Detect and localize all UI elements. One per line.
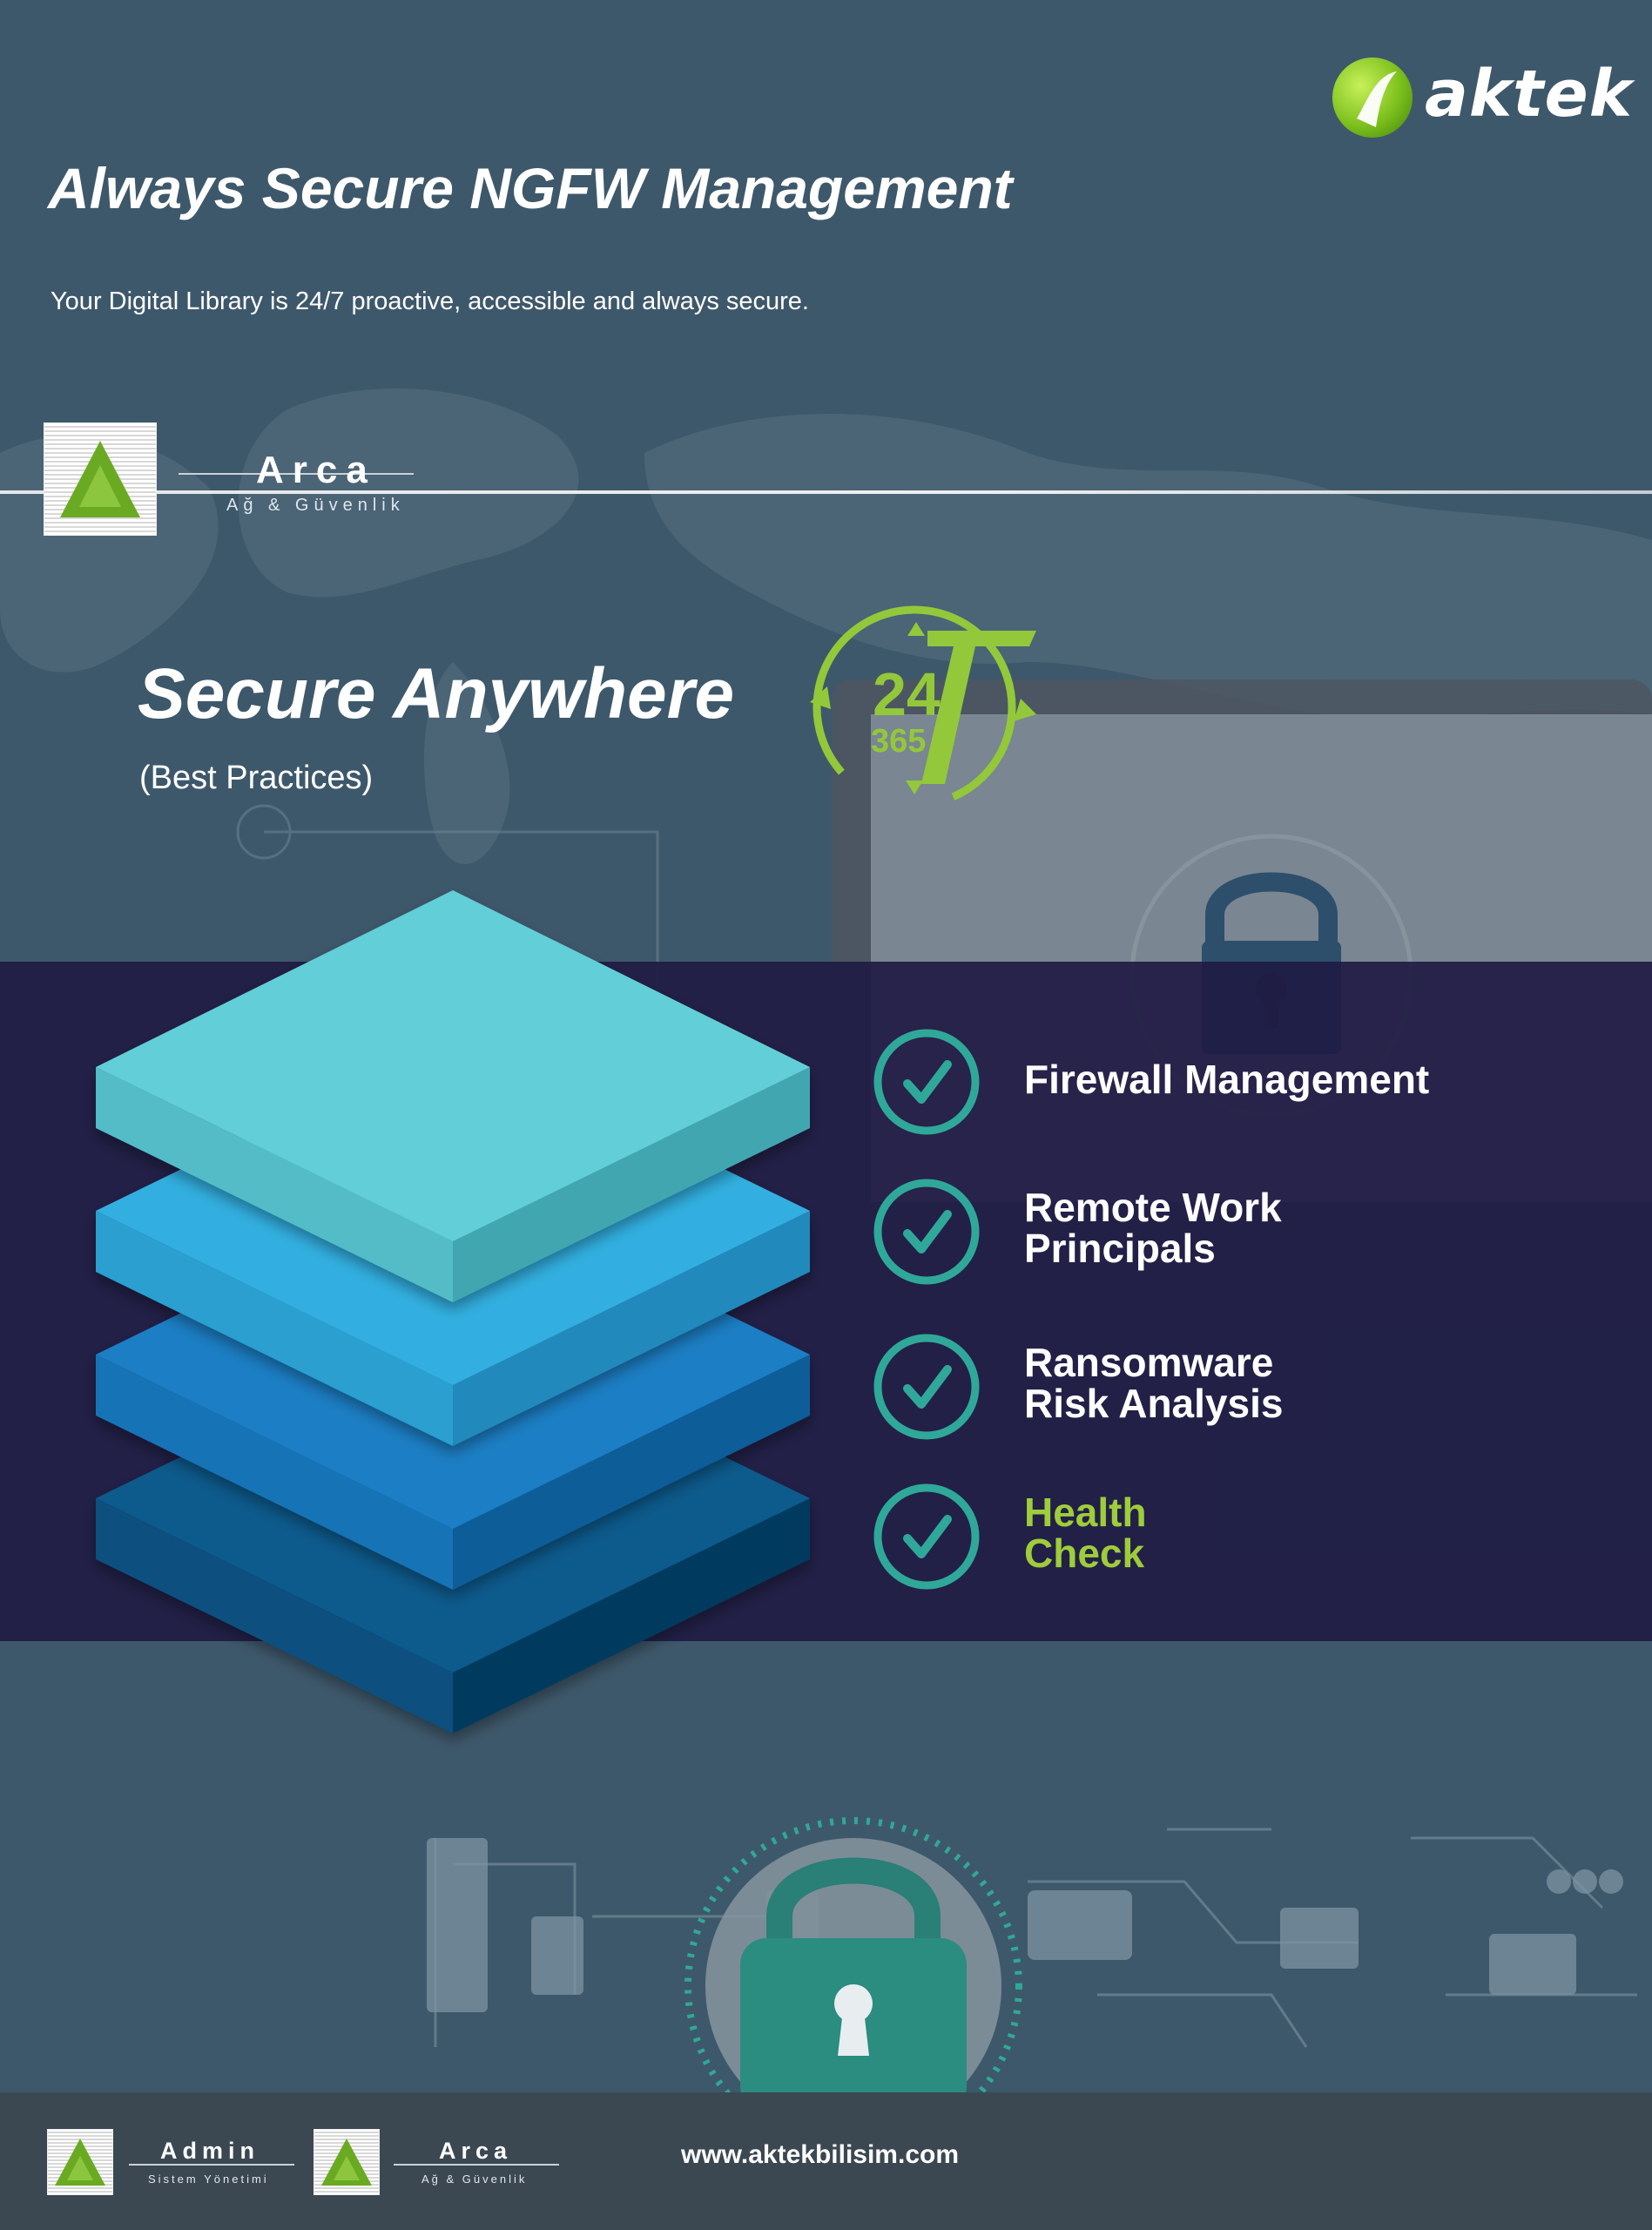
feature-item: [873, 1483, 981, 1595]
arca-logo-name: Arca: [256, 449, 376, 491]
feature-label-line2: Principals: [1024, 1226, 1216, 1271]
brand-name: aktek: [1425, 57, 1633, 132]
admin-logo-mark: [47, 2129, 113, 2195]
feature-label-line1: Firewall Management: [1024, 1057, 1430, 1102]
stacked-layers-illustration: [96, 890, 810, 1733]
arca-footer-logo-tagline: Ağ & Güvenlik: [421, 2173, 528, 2186]
arca-footer-logo-name: Arca: [439, 2138, 513, 2164]
badge-24-7-365: 24 365 7: [801, 592, 1045, 819]
feature-label-line1: Remote Work: [1024, 1185, 1282, 1230]
website-link[interactable]: www.aktekbilisim.com: [681, 2140, 959, 2170]
triangle-icon: [55, 2139, 105, 2186]
admin-logo-name: Admin: [160, 2138, 260, 2164]
feature-item: [873, 1333, 981, 1445]
feature-item: [873, 1028, 981, 1140]
badge-365: 365: [871, 723, 927, 760]
aktek-swoosh-icon: [1357, 71, 1397, 127]
arca-logo-tagline: Ağ & Güvenlik: [226, 496, 405, 515]
badge-7: 7: [801, 592, 802, 593]
feature-label-line2: Check: [1024, 1531, 1145, 1576]
checkmark-circle-icon: [873, 1179, 980, 1285]
hero-subheadline: (Best Practices): [139, 760, 374, 796]
feature-label-line1: Health: [1024, 1490, 1147, 1535]
triangle-icon: [60, 441, 140, 517]
checkmark-circle-icon: [873, 1334, 980, 1440]
feature-label-line1: Ransomware: [1024, 1340, 1274, 1385]
admin-logo-tagline: Sistem Yönetimi: [148, 2173, 269, 2186]
checkmark-circle-icon: [873, 1483, 980, 1590]
arca-logo-mark: [44, 422, 157, 536]
page-subtitle: Your Digital Library is 24/7 proactive, …: [51, 287, 809, 315]
feature-label: Firewall Management: [1024, 1059, 1429, 1100]
feature-item: [873, 1178, 981, 1290]
triangle-icon: [321, 2139, 372, 2186]
security-lock-circuit-illustration: [427, 1817, 1637, 2099]
arca-logo: Arca Ağ & Güvenlik: [44, 422, 427, 537]
hero-headline: Secure Anywhere: [138, 654, 735, 733]
feature-label-highlight: Health Check: [1024, 1492, 1147, 1574]
arca-footer-logo-mark: [314, 2129, 380, 2195]
page-title: Always Secure NGFW Management: [48, 156, 1013, 220]
badge-24: 24: [873, 660, 941, 728]
feature-label: Remote Work Principals: [1024, 1187, 1282, 1269]
feature-label-line2: Risk Analysis: [1024, 1381, 1284, 1426]
feature-label: Ransomware Risk Analysis: [1024, 1342, 1283, 1424]
aktek-logo: aktek: [1332, 54, 1632, 141]
checkmark-circle-icon: [873, 1029, 980, 1135]
